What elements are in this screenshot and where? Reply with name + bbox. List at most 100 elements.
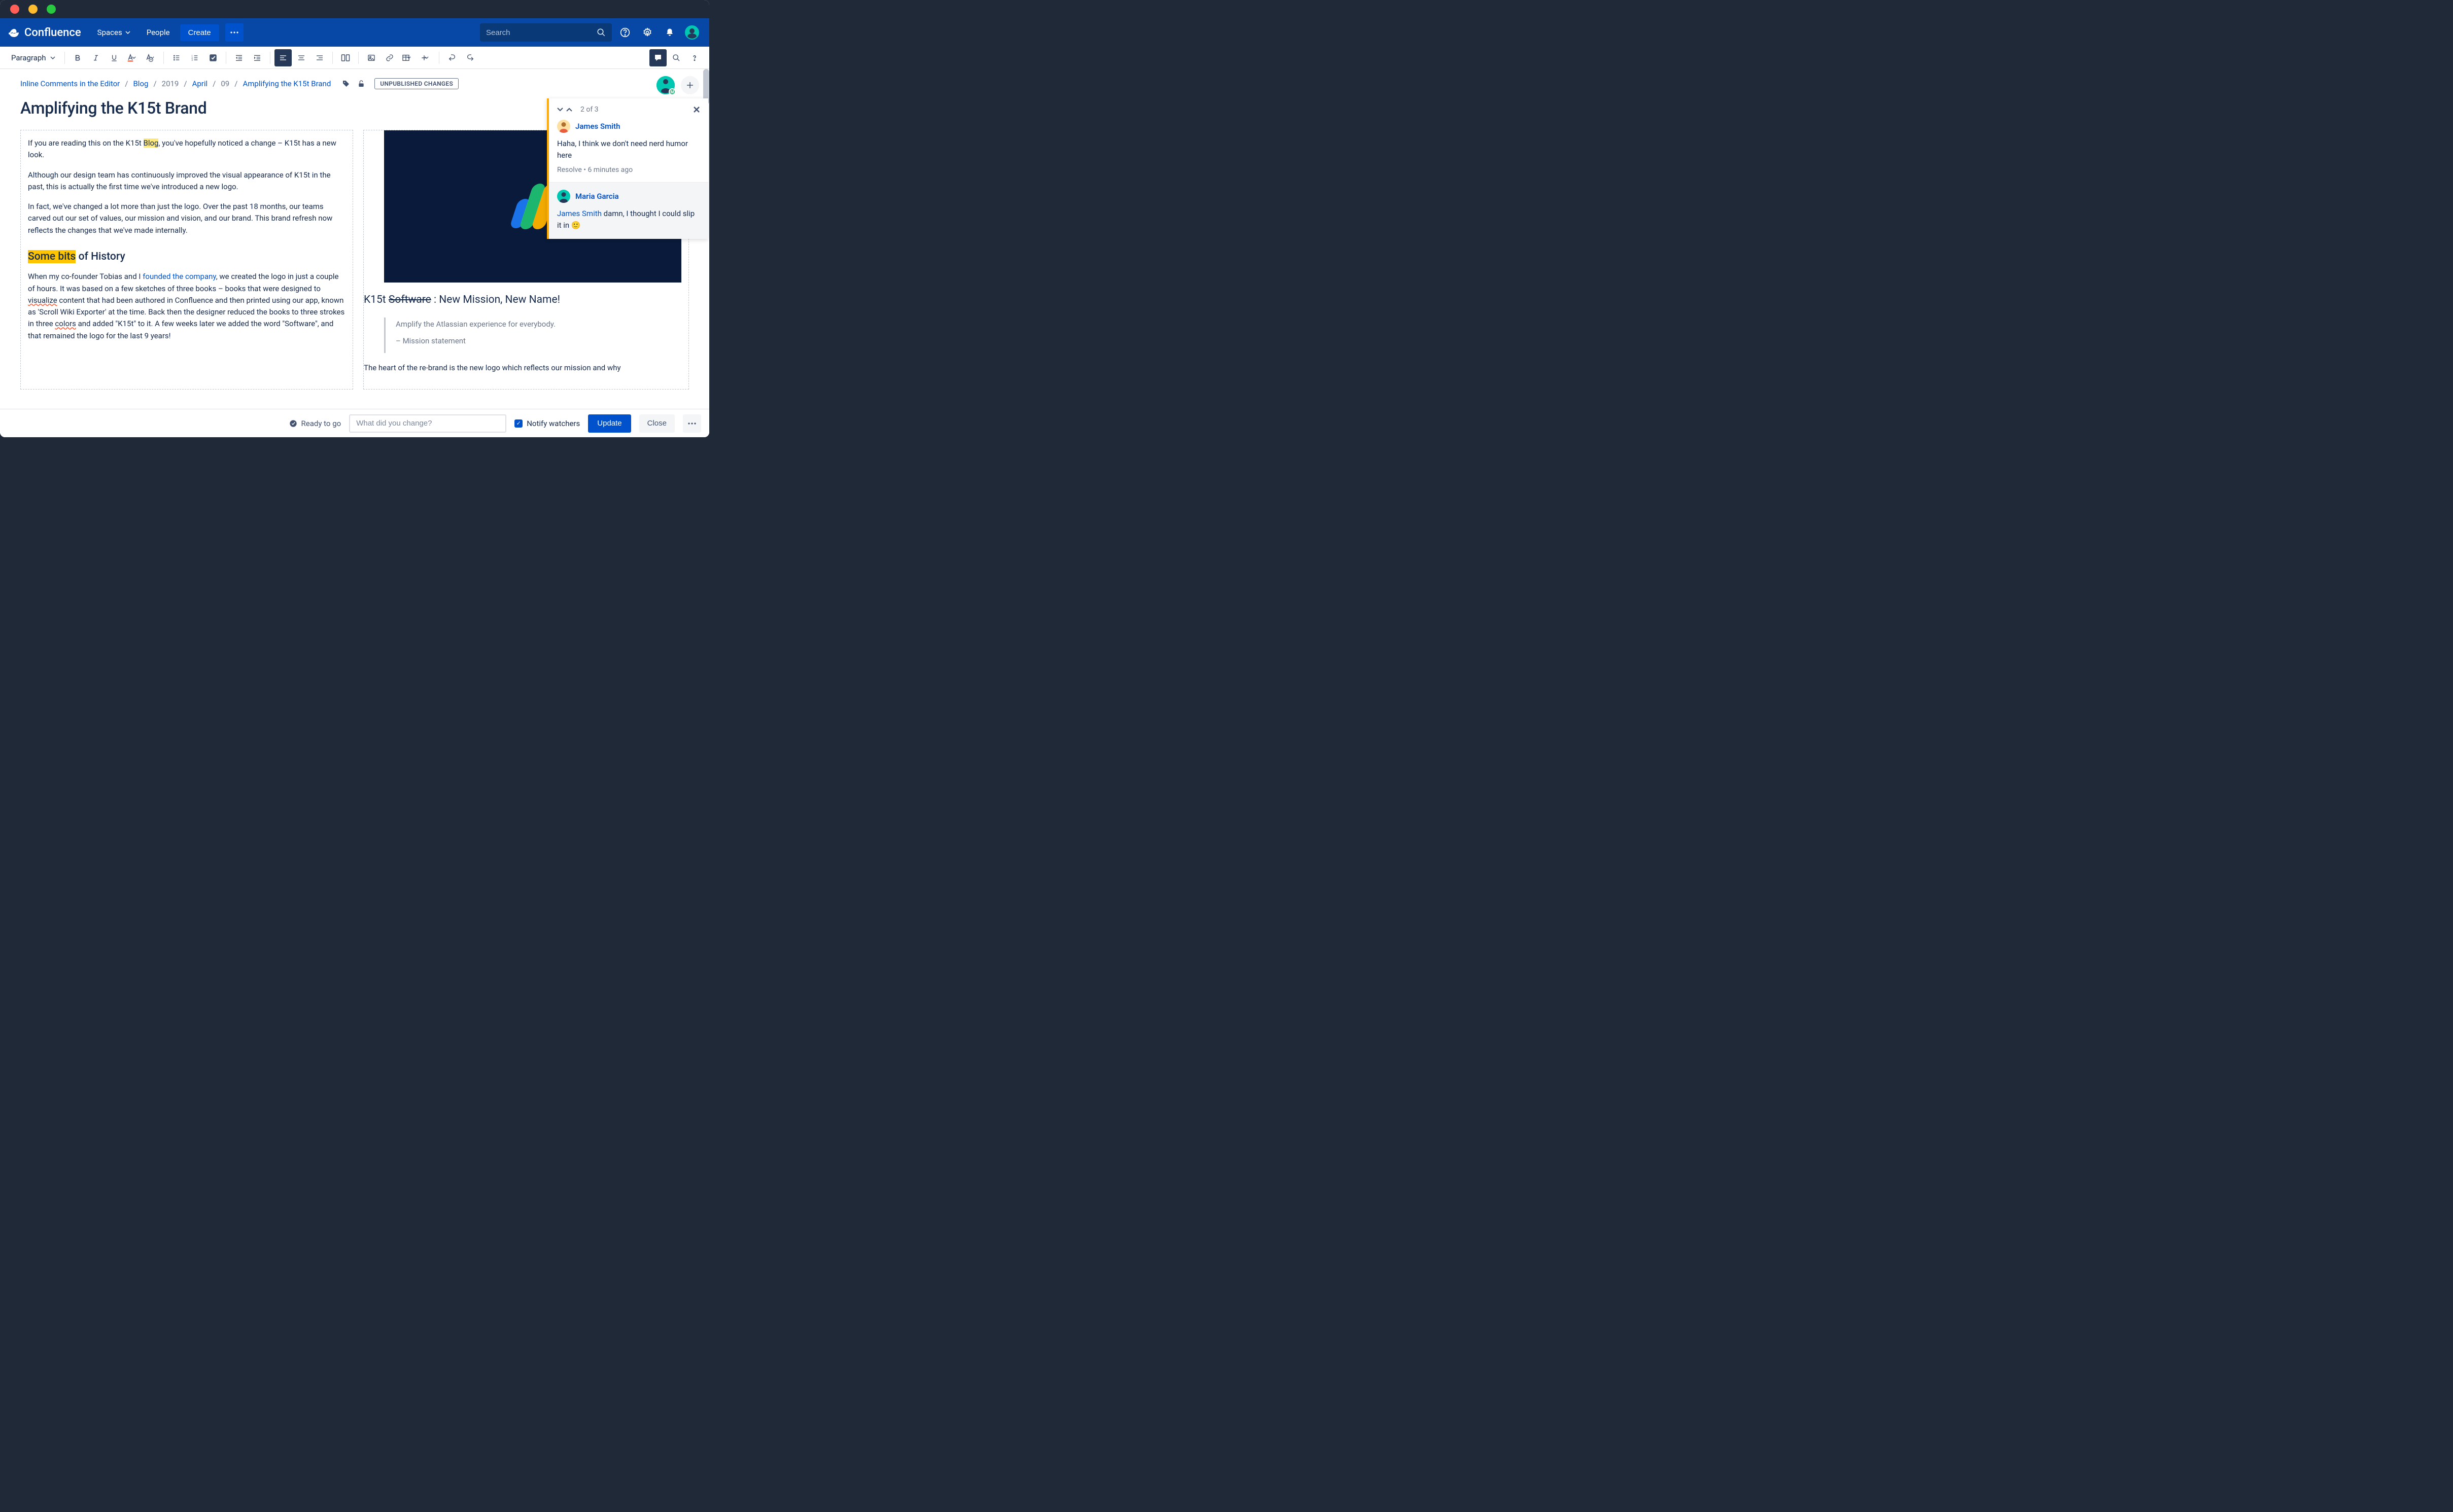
presence-indicators: M <box>657 76 699 94</box>
align-left-button[interactable] <box>274 49 292 66</box>
more-actions-button[interactable] <box>683 414 701 433</box>
outdent-button[interactable] <box>230 49 248 66</box>
close-window-icon[interactable] <box>10 5 19 14</box>
find-button[interactable] <box>668 49 685 66</box>
paragraph[interactable]: When my co-founder Tobias and I founded … <box>28 271 346 342</box>
dots-horizontal-icon <box>230 31 238 33</box>
checkbox-checked-icon: ✓ <box>514 419 523 428</box>
link-button[interactable] <box>381 49 398 66</box>
breadcrumb-link[interactable]: Inline Comments in the Editor <box>20 79 120 88</box>
update-button[interactable]: Update <box>588 414 631 433</box>
comment-counter: 2 of 3 <box>580 106 599 114</box>
breadcrumb-link[interactable]: April <box>192 79 208 88</box>
image-button[interactable] <box>363 49 380 66</box>
number-list-icon: 123 <box>191 54 199 62</box>
comment-author-avatar-icon <box>557 190 570 203</box>
highlighted-text: Blog <box>144 138 159 148</box>
layout-button[interactable] <box>337 49 354 66</box>
text-style-dropdown[interactable]: Paragraph <box>6 50 60 65</box>
text-link[interactable]: founded the company <box>143 272 216 281</box>
nav-spaces[interactable]: Spaces <box>91 24 136 41</box>
editor-footer: Ready to go ✓ Notify watchers Update Clo… <box>0 409 709 437</box>
chevron-down-icon <box>557 108 563 112</box>
search-box[interactable] <box>480 23 612 42</box>
link-icon <box>386 54 394 62</box>
create-button[interactable]: Create <box>180 24 219 41</box>
chevron-down-icon <box>150 56 154 59</box>
number-list-button[interactable]: 123 <box>186 49 203 66</box>
profile-button[interactable] <box>683 23 701 42</box>
paragraph[interactable]: In fact, we've changed a lot more than j… <box>28 201 346 236</box>
user-avatar-icon <box>685 25 699 40</box>
resolve-comment-button[interactable]: Resolve <box>557 166 582 174</box>
paragraph[interactable]: Although our design team has continuousl… <box>28 169 346 193</box>
notifications-button[interactable] <box>661 23 679 42</box>
chevron-down-icon <box>425 56 429 59</box>
spelling-error: visualize <box>28 296 57 305</box>
align-right-icon <box>316 54 324 62</box>
comments-toggle-button[interactable] <box>649 49 667 66</box>
app-logo[interactable]: Confluence <box>8 26 81 39</box>
comment-author-link[interactable]: James Smith <box>575 122 620 131</box>
align-right-button[interactable] <box>311 49 328 66</box>
settings-button[interactable] <box>638 23 657 42</box>
search-input[interactable] <box>486 28 597 37</box>
breadcrumb-item: 09 <box>221 79 229 88</box>
breadcrumb-link[interactable]: Amplifying the K15t Brand <box>243 79 331 88</box>
redo-button[interactable] <box>462 49 479 66</box>
text-color-button[interactable] <box>124 49 141 66</box>
align-center-button[interactable] <box>293 49 310 66</box>
close-comment-button[interactable] <box>693 106 700 113</box>
task-list-button[interactable] <box>204 49 222 66</box>
editor-help-button[interactable] <box>686 49 703 66</box>
insert-button[interactable] <box>418 49 435 66</box>
heading-2[interactable]: K15t Software : New Mission, New Name! <box>364 292 681 308</box>
paragraph[interactable]: The heart of the re-brand is the new log… <box>364 362 681 374</box>
italic-button[interactable] <box>87 49 105 66</box>
notify-watchers-checkbox[interactable]: ✓ Notify watchers <box>514 419 580 428</box>
comment-highlighted-text: Some bits <box>28 250 76 263</box>
comment-prev-button[interactable] <box>566 108 572 112</box>
layout-icon <box>341 54 350 62</box>
nav-people[interactable]: People <box>141 24 176 41</box>
table-button[interactable] <box>399 49 417 66</box>
paragraph[interactable]: If you are reading this on the K15t Blog… <box>28 137 346 161</box>
close-button[interactable]: Close <box>639 414 675 433</box>
undo-button[interactable] <box>443 49 461 66</box>
nav-more-menu[interactable] <box>225 23 244 42</box>
blockquote[interactable]: Amplify the Atlassian experience for eve… <box>384 318 681 354</box>
unlock-icon[interactable] <box>357 80 365 88</box>
change-description-input[interactable] <box>349 414 506 433</box>
help-button[interactable] <box>616 23 634 42</box>
maximize-window-icon[interactable] <box>47 5 56 14</box>
check-circle-icon <box>289 419 297 428</box>
clear-formatting-button[interactable] <box>142 49 159 66</box>
comment-next-button[interactable] <box>557 108 563 112</box>
comment-author-avatar-icon <box>557 120 570 133</box>
bullet-list-button[interactable] <box>168 49 185 66</box>
bold-icon <box>74 54 82 62</box>
help-icon <box>690 54 699 62</box>
comment-body: James Smith damn, I thought I could slip… <box>557 208 700 231</box>
bold-button[interactable] <box>69 49 86 66</box>
chevron-up-icon <box>566 108 572 112</box>
bell-icon <box>665 28 674 37</box>
comment-author-link[interactable]: Maria Garcia <box>575 192 619 201</box>
breadcrumb-link[interactable]: Blog <box>133 79 148 88</box>
align-left-icon <box>279 54 287 62</box>
strikethrough-text: Software <box>389 294 431 306</box>
tag-icon[interactable] <box>342 80 350 88</box>
underline-button[interactable] <box>106 49 123 66</box>
minimize-window-icon[interactable] <box>28 5 38 14</box>
indent-icon <box>253 54 261 62</box>
editor-content[interactable]: Inline Comments in the Editor / Blog / 2… <box>0 69 709 409</box>
window-titlebar <box>0 0 709 18</box>
user-mention[interactable]: James Smith <box>557 209 602 218</box>
indent-button[interactable] <box>249 49 266 66</box>
column-left[interactable]: If you are reading this on the K15t Blog… <box>20 130 353 390</box>
collaborator-avatar[interactable]: M <box>657 76 675 94</box>
checkbox-icon <box>209 53 218 62</box>
chevron-down-icon <box>125 31 130 34</box>
invite-button[interactable] <box>681 76 699 94</box>
heading-2[interactable]: Some bits of History <box>28 249 346 265</box>
